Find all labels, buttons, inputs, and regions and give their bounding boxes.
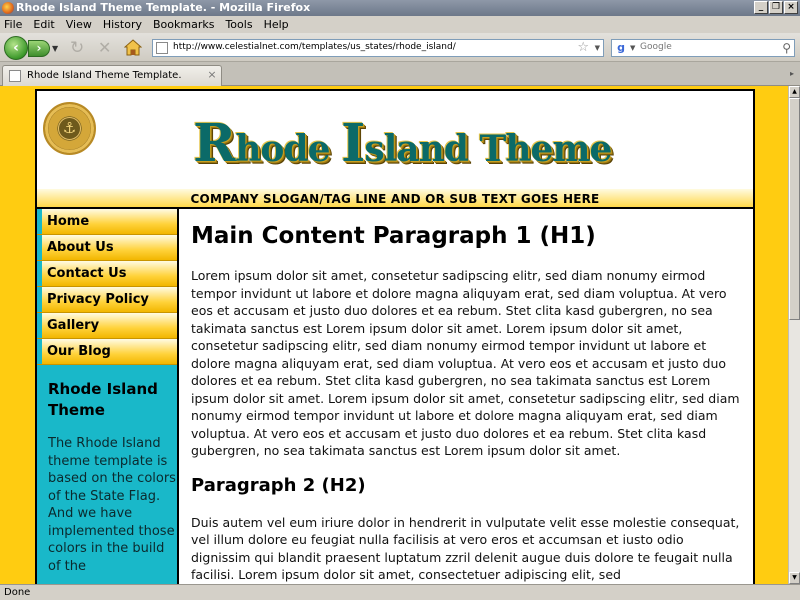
sidebar-title: Rhode Island Theme	[48, 380, 158, 419]
history-dropdown-icon[interactable]: ▼	[52, 44, 58, 53]
browser-viewport: ⚓ Rhode Island Theme COMPANY SLOGAN/TAG …	[0, 86, 788, 584]
page-favicon-icon	[156, 42, 168, 54]
arrow-left-icon: ‹	[13, 40, 19, 56]
search-bar[interactable]: g ▼ Google ⚲	[611, 39, 795, 57]
search-input[interactable]: Google	[640, 42, 672, 52]
site-slogan: COMPANY SLOGAN/TAG LINE AND OR SUB TEXT …	[37, 189, 753, 207]
sidebar-body: The Rhode Island theme template is based…	[48, 436, 176, 574]
window-titlebar: Rhode Island Theme Template. - Mozilla F…	[0, 0, 800, 16]
reload-icon[interactable]: ↻	[70, 39, 84, 57]
search-engine-dropdown-icon[interactable]: ▼	[630, 44, 635, 52]
menu-help[interactable]: Help	[264, 18, 289, 31]
tab-label: Rhode Island Theme Template.	[27, 70, 182, 81]
paragraph-1: Lorem ipsum dolor sit amet, consetetur s…	[191, 268, 740, 458]
menu-bookmarks[interactable]: Bookmarks	[153, 18, 214, 31]
scroll-up-icon[interactable]: ▲	[789, 86, 800, 98]
google-icon[interactable]: g	[614, 41, 628, 55]
arrow-right-icon: ›	[36, 41, 42, 55]
close-button[interactable]: ×	[784, 1, 798, 14]
nav-contact-us[interactable]: Contact Us	[37, 261, 177, 287]
main-content: Main Content Paragraph 1 (H1) Lorem ipsu…	[191, 221, 747, 584]
minimize-button[interactable]: _	[754, 1, 768, 14]
address-bar[interactable]: http://www.celestialnet.com/templates/us…	[152, 39, 604, 57]
tab-bar: Rhode Island Theme Template. × ▸	[0, 62, 800, 86]
forward-button[interactable]: ›	[28, 40, 50, 57]
site-header: ⚓ Rhode Island Theme COMPANY SLOGAN/TAG …	[37, 91, 753, 207]
tab-close-icon[interactable]: ×	[205, 68, 219, 82]
sidebar: Home About Us Contact Us Privacy Policy …	[37, 209, 177, 584]
tab-rhode-island[interactable]: Rhode Island Theme Template. ×	[2, 65, 222, 86]
tab-list-icon[interactable]: ▸	[786, 66, 798, 82]
navigation-toolbar: ‹ › ▼ ↻ ✕ http://www.celestialnet.com/te…	[0, 33, 800, 62]
menu-bar: File Edit View History Bookmarks Tools H…	[0, 16, 800, 33]
window-title: Rhode Island Theme Template. - Mozilla F…	[16, 1, 311, 14]
search-icon[interactable]: ⚲	[782, 41, 791, 55]
url-text[interactable]: http://www.celestialnet.com/templates/us…	[173, 42, 456, 52]
menu-history[interactable]: History	[103, 18, 142, 31]
home-icon[interactable]	[123, 39, 143, 56]
paragraph-2: Duis autem vel eum iriure dolor in hendr…	[191, 514, 740, 583]
stop-icon[interactable]: ✕	[98, 39, 111, 57]
back-button[interactable]: ‹	[4, 36, 28, 60]
menu-tools[interactable]: Tools	[225, 18, 252, 31]
menu-edit[interactable]: Edit	[33, 18, 54, 31]
url-dropdown-icon[interactable]: ▼	[595, 44, 600, 52]
bookmark-star-icon[interactable]: ☆	[577, 40, 589, 56]
site-logo-text[interactable]: Rhode Island Theme	[193, 113, 643, 175]
vertical-scrollbar[interactable]: ▲ ▼	[788, 86, 800, 584]
nav-about-us[interactable]: About Us	[37, 235, 177, 261]
scroll-down-icon[interactable]: ▼	[789, 572, 800, 584]
tab-favicon-icon	[9, 70, 21, 82]
nav-home[interactable]: Home	[37, 209, 177, 235]
menu-view[interactable]: View	[66, 18, 92, 31]
firefox-icon	[2, 2, 14, 14]
status-bar: Done	[0, 584, 800, 600]
nav-our-blog[interactable]: Our Blog	[37, 339, 177, 365]
nav-privacy-policy[interactable]: Privacy Policy	[37, 287, 177, 313]
state-seal-logo: ⚓	[43, 102, 96, 155]
restore-button[interactable]: ❐	[769, 1, 783, 14]
section-heading: Paragraph 2 (H2)	[191, 474, 366, 496]
web-page: ⚓ Rhode Island Theme COMPANY SLOGAN/TAG …	[35, 89, 755, 584]
page-title: Main Content Paragraph 1 (H1)	[191, 223, 596, 249]
menu-file[interactable]: File	[4, 18, 22, 31]
scroll-thumb[interactable]	[789, 98, 800, 320]
nav-gallery[interactable]: Gallery	[37, 313, 177, 339]
anchor-icon: ⚓	[58, 117, 81, 140]
sidebar-divider	[177, 209, 179, 584]
status-text: Done	[4, 587, 31, 598]
